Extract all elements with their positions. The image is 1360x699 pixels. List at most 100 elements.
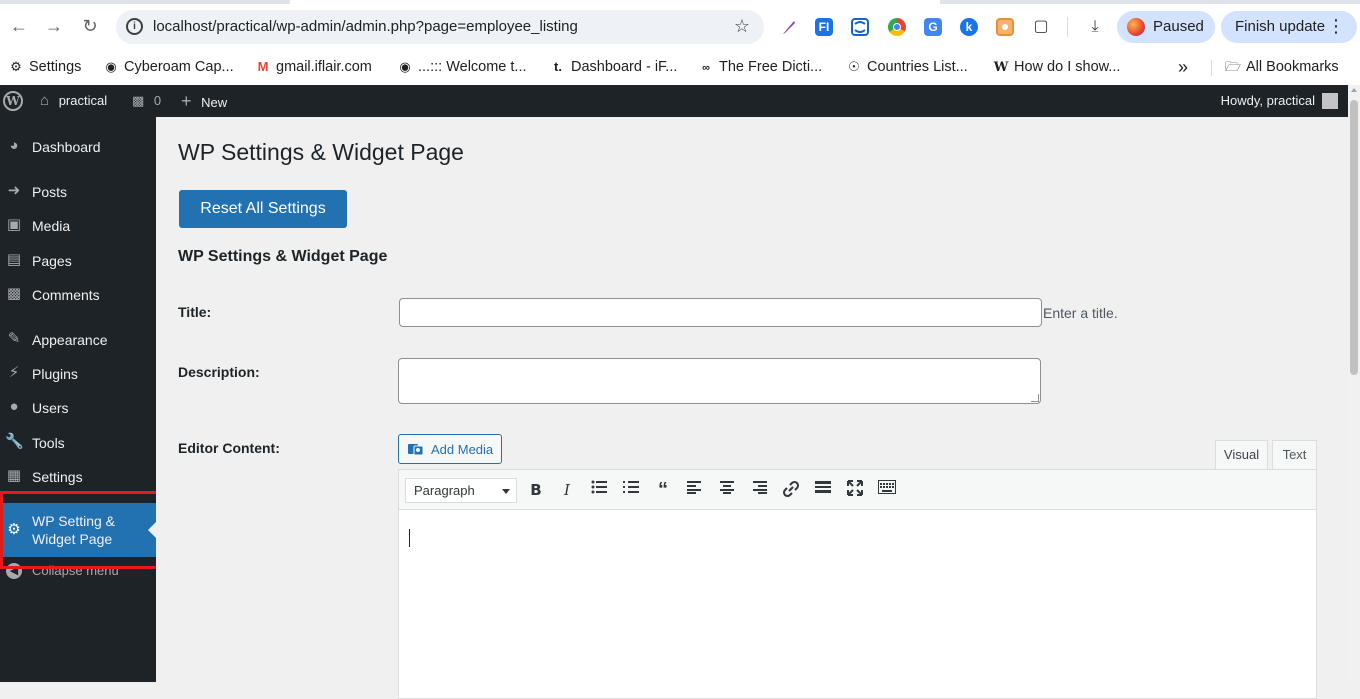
- media-icon: ▣: [6, 216, 22, 233]
- forward-arrow-icon[interactable]: →: [42, 14, 66, 38]
- sidebar-item-plugins[interactable]: ⚡ Plugins: [0, 356, 156, 390]
- comments-link[interactable]: ▩ 0: [132, 85, 161, 117]
- sidebar-item-media[interactable]: ▣ Media: [0, 208, 156, 242]
- bookmark-cyberoam[interactable]: ◉ Cyberoam Cap...: [103, 56, 234, 78]
- bookmark-label: How do I show...: [1014, 59, 1121, 75]
- site-name-link[interactable]: ⌂ practical: [40, 85, 107, 117]
- bookmark-label: Cyberoam Cap...: [124, 59, 234, 75]
- orange-extension-icon[interactable]: [996, 18, 1014, 36]
- link-icon[interactable]: [780, 480, 802, 500]
- comment-bubble-icon: ▩: [132, 93, 145, 108]
- bookmark-star-icon[interactable]: ☆: [734, 16, 750, 37]
- k-extension-icon[interactable]: k: [960, 18, 978, 36]
- sidebar-item-dashboard[interactable]: ◕ Dashboard: [0, 129, 156, 163]
- puzzle-extensions-icon[interactable]: ▢: [1032, 18, 1050, 36]
- all-bookmarks-button[interactable]: 🗁 All Bookmarks: [1225, 56, 1339, 78]
- bookmark-how-do-i-show[interactable]: W How do I show...: [993, 56, 1121, 78]
- resize-grip-icon[interactable]: [1031, 394, 1039, 402]
- tab-visual[interactable]: Visual: [1215, 440, 1268, 469]
- sidebar-item-comments[interactable]: ▩ Comments: [0, 277, 156, 311]
- kebab-menu-icon[interactable]: ⋮: [1327, 16, 1345, 37]
- dashboard-icon: ◕: [9, 137, 19, 154]
- sidebar-item-users[interactable]: ● Users: [0, 390, 156, 424]
- sidebar-item-wp-setting-widget-page[interactable]: ⚙ WP Setting & Widget Page: [0, 503, 156, 557]
- color-picker-extension-icon[interactable]: [888, 18, 906, 36]
- globe-icon: ◉: [105, 59, 117, 74]
- tab-strip-edge-right: [940, 0, 1360, 4]
- sidebar-item-label: Users: [32, 400, 69, 416]
- read-more-icon[interactable]: [812, 480, 834, 500]
- reset-all-settings-button[interactable]: Reset All Settings: [179, 190, 347, 228]
- align-center-icon[interactable]: [716, 480, 738, 500]
- globe-icon: ◉: [399, 59, 411, 74]
- current-menu-arrow: [148, 522, 156, 538]
- rich-text-editor: Paragraph B I “: [398, 469, 1317, 699]
- sidebar-item-label: Comments: [32, 287, 100, 303]
- quill-extension-icon[interactable]: [780, 18, 798, 36]
- title-input[interactable]: [399, 298, 1042, 327]
- bookmark-gmail[interactable]: Mgmail.iflair.com: [255, 56, 372, 78]
- t-logo-icon: t.: [554, 59, 562, 74]
- add-media-label: Add Media: [431, 442, 494, 457]
- bookmark-dashboard[interactable]: t. Dashboard - iF...: [550, 56, 677, 78]
- download-icon[interactable]: ⤓: [1086, 18, 1104, 36]
- url-text[interactable]: localhost/practical/wp-admin/admin.php?p…: [153, 18, 578, 35]
- tab-strip-edge: [0, 0, 290, 4]
- profile-status-label: Paused: [1153, 18, 1204, 35]
- howdy-account-link[interactable]: Howdy, practical: [1221, 85, 1315, 117]
- translate-extension-icon[interactable]: G: [924, 18, 942, 36]
- bold-icon[interactable]: B: [525, 480, 547, 500]
- bookmark-countries[interactable]: ☉ Countries List...: [846, 56, 968, 78]
- bookmarks-bar: ⚙ Settings ◉ Cyberoam Cap... Mgmail.iflair…: [0, 50, 1360, 85]
- sidebar-item-posts[interactable]: ➜ Posts: [0, 174, 156, 208]
- sidebar-item-settings[interactable]: ▦ Settings: [0, 459, 156, 493]
- editor-toolbar: Paragraph B I “: [399, 470, 1316, 510]
- collapse-menu-button[interactable]: ◀ Collapse menu: [0, 557, 156, 587]
- settings-icon: ▦: [6, 467, 22, 484]
- sidebar-item-tools[interactable]: 🔧 Tools: [0, 425, 156, 459]
- editor-body[interactable]: [399, 511, 1316, 698]
- bullet-list-icon[interactable]: [588, 480, 610, 500]
- user-avatar[interactable]: [1322, 93, 1338, 109]
- profile-paused-button[interactable]: Paused: [1117, 11, 1215, 43]
- bookmarks-overflow-button[interactable]: »: [1178, 56, 1188, 78]
- align-right-icon[interactable]: [748, 480, 770, 500]
- new-content-link[interactable]: + New: [181, 85, 227, 117]
- pin-icon: ➜: [7, 182, 21, 199]
- reload-icon[interactable]: ↻: [78, 14, 102, 38]
- italic-icon[interactable]: I: [556, 480, 578, 500]
- s-extension-icon[interactable]: [851, 18, 869, 36]
- sidebar-item-appearance[interactable]: ✎ Appearance: [0, 322, 156, 356]
- bookmark-welcome[interactable]: ◉ ...::: Welcome t...: [397, 56, 526, 78]
- toolbar-toggle-icon[interactable]: [876, 480, 898, 500]
- align-left-icon[interactable]: [684, 480, 706, 500]
- main-content: WP Settings & Widget Page Reset All Sett…: [156, 117, 1348, 699]
- finish-update-button[interactable]: Finish update ⋮: [1221, 11, 1357, 43]
- chevron-down-icon: [502, 489, 510, 494]
- media-upload-icon: [408, 444, 424, 456]
- page-scrollbar[interactable]: [1348, 85, 1360, 682]
- blockquote-icon[interactable]: “: [652, 480, 674, 500]
- description-textarea[interactable]: [398, 358, 1041, 404]
- bookmark-free-dictionary[interactable]: ∞ The Free Dicti...: [698, 56, 822, 78]
- new-label: New: [201, 95, 228, 110]
- paragraph-format-select[interactable]: Paragraph: [405, 478, 517, 503]
- fi-extension-icon[interactable]: FI: [815, 18, 833, 36]
- sidebar-item-pages[interactable]: ▤ Pages: [0, 243, 156, 277]
- fullscreen-icon[interactable]: [844, 480, 866, 500]
- add-media-button[interactable]: Add Media: [398, 434, 502, 464]
- back-arrow-icon[interactable]: ←: [7, 14, 31, 38]
- wordpress-logo-icon[interactable]: W: [3, 91, 23, 111]
- howdy-label: Howdy, practical: [1220, 93, 1315, 108]
- browser-toolbar: ← → ↻ i localhost/practical/wp-admin/adm…: [0, 0, 1360, 50]
- site-info-icon[interactable]: i: [126, 18, 143, 35]
- scrollbar-thumb[interactable]: [1350, 100, 1358, 375]
- bookmark-label: The Free Dicti...: [719, 59, 823, 75]
- numbered-list-icon[interactable]: [620, 480, 642, 500]
- bookmark-settings[interactable]: ⚙ Settings: [8, 56, 81, 78]
- collapse-menu-label: Collapse menu: [32, 563, 119, 578]
- scroll-up-arrow-icon[interactable]: [1351, 88, 1357, 92]
- description-label: Description:: [178, 364, 260, 380]
- address-bar[interactable]: i localhost/practical/wp-admin/admin.php…: [116, 10, 764, 44]
- tab-text[interactable]: Text: [1272, 440, 1317, 469]
